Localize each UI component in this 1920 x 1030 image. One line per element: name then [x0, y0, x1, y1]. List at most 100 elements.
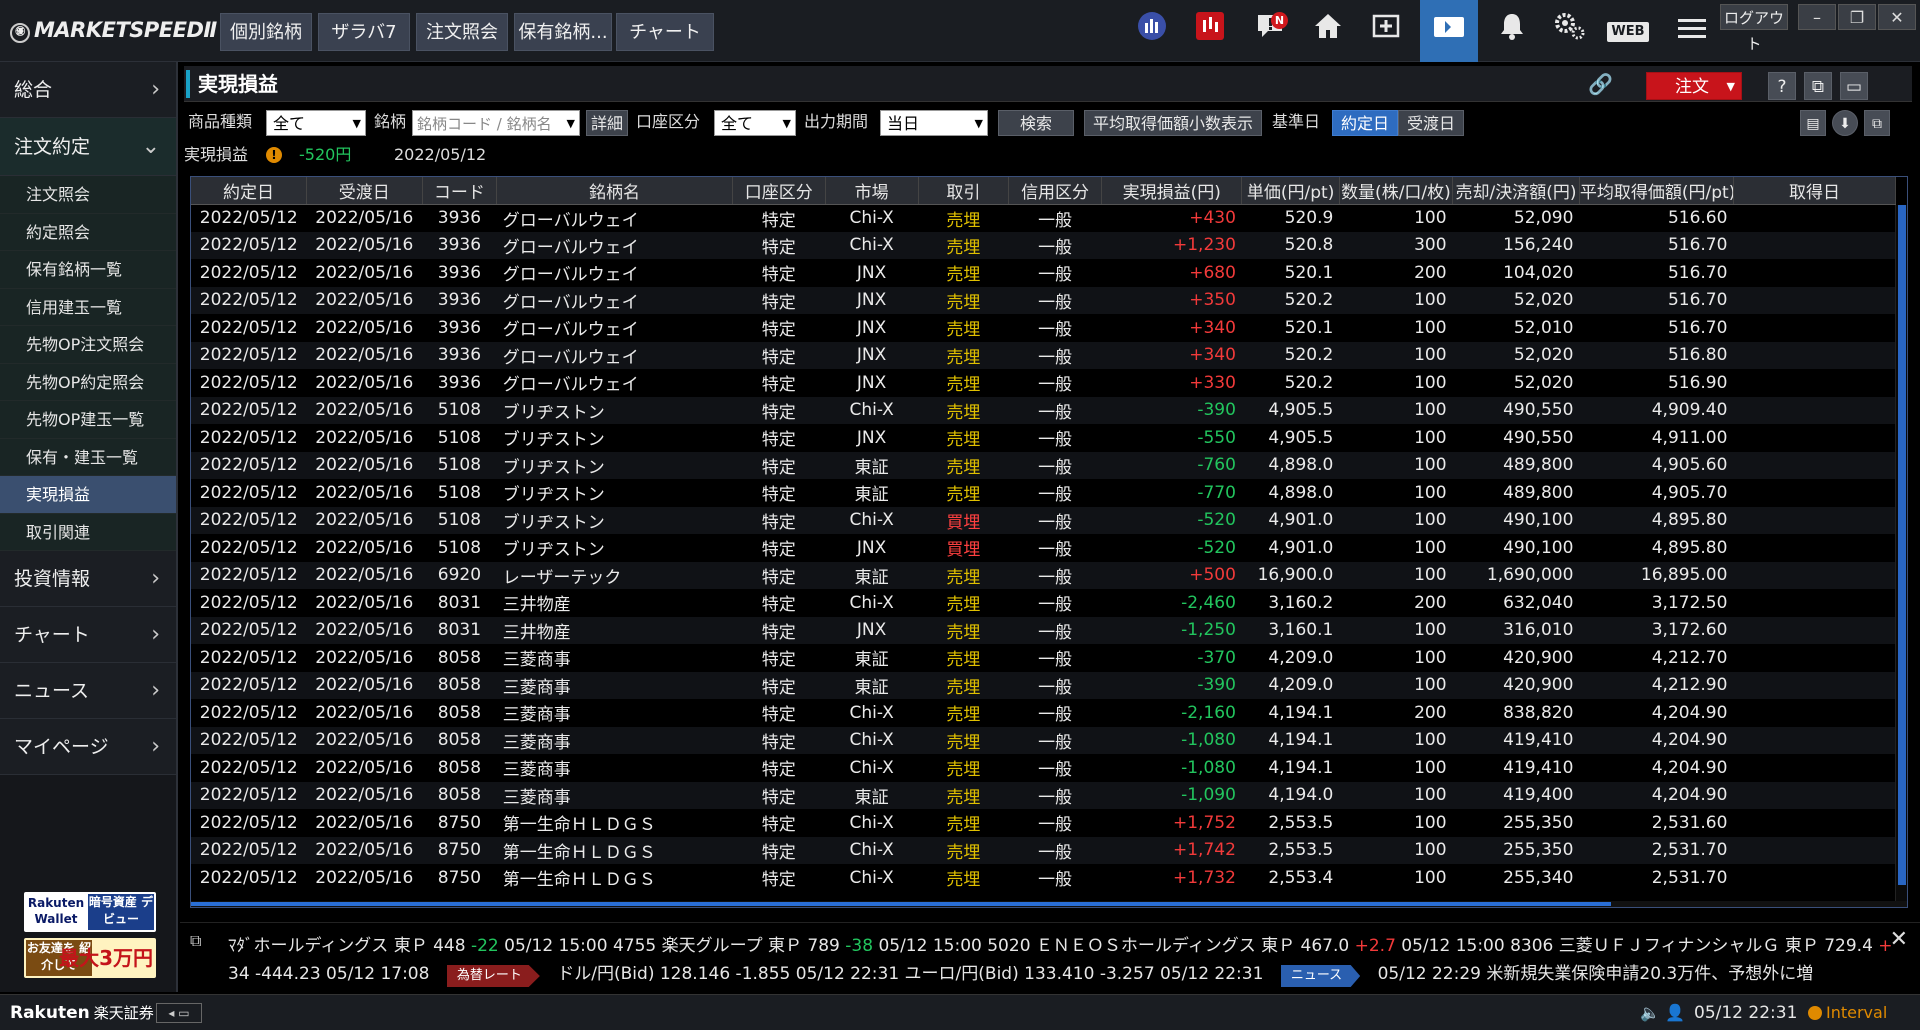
table-row[interactable]: 2022/05/12 2022/05/16 8058 三菱商事 特定 Chi-X 売埋 一般 -… — [191, 754, 1896, 782]
column-header[interactable]: 市場 — [825, 177, 919, 205]
settings-icon[interactable] — [1546, 8, 1594, 56]
warning-icon[interactable]: ! — [266, 147, 282, 163]
column-header[interactable]: 銘柄名 — [496, 177, 733, 205]
sidebar-item-chart[interactable]: チャート › — [0, 607, 176, 663]
promo-referral-banner[interactable]: お友達を 紹介して 最大3万円 — [24, 938, 156, 978]
table-row[interactable]: 2022/05/12 2022/05/16 8058 三菱商事 特定 東証 売埋 一般 -370… — [191, 644, 1896, 672]
ticker-popout-icon[interactable]: ⧉ — [190, 931, 201, 951]
sound-user-icons[interactable]: 🔈 👤 — [1640, 1003, 1685, 1022]
print-icon[interactable]: ▤ — [1800, 110, 1826, 136]
trade-date-toggle[interactable]: 約定日 — [1332, 110, 1398, 136]
popout-icon[interactable]: ▭ — [1840, 72, 1868, 100]
account-select[interactable]: 全て ▼ — [714, 110, 796, 136]
sidebar-item-overview[interactable]: 総合 › — [0, 62, 176, 118]
market-icon[interactable] — [1128, 8, 1176, 56]
column-header[interactable]: 平均取得価額(円/pt) — [1579, 177, 1734, 205]
column-header[interactable]: 実現損益(円) — [1101, 177, 1243, 205]
table-row[interactable]: 2022/05/12 2022/05/16 8031 三井物産 特定 Chi-X 売埋 一般 -… — [191, 589, 1896, 617]
horizontal-scrollbar[interactable] — [191, 901, 1907, 907]
menu-icon[interactable] — [1668, 8, 1716, 56]
panel-toggle-icon[interactable]: ◂ ▭ — [156, 1003, 202, 1023]
link-icon[interactable]: 🔗 — [1588, 72, 1613, 96]
stock-ticker[interactable]: ﾏﾀﾞホールディングス 東Ｐ 448 -22 05/12 15:00 4755 … — [228, 931, 1893, 956]
close-icon[interactable]: ✕ — [1890, 927, 1908, 952]
product-type-select[interactable]: 全て ▼ — [266, 110, 366, 136]
table-row[interactable]: 2022/05/12 2022/05/16 3936 グローバルウェイ 特定 Chi-X 売… — [191, 204, 1896, 232]
logout-button[interactable]: ログアウト — [1720, 4, 1788, 53]
sidebar-sub-execution-inquiry[interactable]: 約定照会 — [0, 213, 176, 251]
table-row[interactable]: 2022/05/12 2022/05/16 3936 グローバルウェイ 特定 JNX 売埋一… — [191, 286, 1896, 314]
avg-price-decimal-button[interactable]: 平均取得価額小数表示 — [1084, 110, 1262, 136]
speaker-icon[interactable]: 🔈 — [1640, 1003, 1660, 1022]
tab-chart[interactable]: チャート — [616, 13, 714, 51]
table-row[interactable]: 2022/05/12 2022/05/16 8058 三菱商事 特定 Chi-X 売埋 一般 -… — [191, 726, 1896, 754]
sidebar-sub-realized-pl[interactable]: 実現損益 — [0, 476, 176, 514]
close-window-button[interactable]: ✕ — [1878, 4, 1916, 30]
column-header[interactable]: 約定日 — [191, 177, 308, 205]
sidebar-sub-trade-related[interactable]: 取引関連 — [0, 513, 176, 551]
sidebar-item-mypage[interactable]: マイページ › — [0, 719, 176, 775]
sidebar-item-orders[interactable]: 注文約定 ⌄ — [0, 118, 176, 176]
table-row[interactable]: 2022/05/12 2022/05/16 5108 ブリヂストン 特定 東証 売埋 一般 -7… — [191, 479, 1896, 507]
sidebar-sub-holdings[interactable]: 保有銘柄一覧 — [0, 251, 176, 289]
help-icon[interactable]: ? — [1768, 72, 1796, 100]
table-row[interactable]: 2022/05/12 2022/05/16 8750 第一生命ＨＬＤＧＳ 特定 Chi-X… — [191, 836, 1896, 864]
notification-icon[interactable]: N — [1246, 8, 1294, 56]
table-row[interactable]: 2022/05/12 2022/05/16 3936 グローバルウェイ 特定 JNX 売埋一… — [191, 369, 1896, 397]
download-icon[interactable]: ⬇ — [1832, 110, 1858, 136]
scroll-thumb[interactable] — [1898, 205, 1906, 885]
order-button[interactable]: 注文 ▼ — [1646, 72, 1742, 100]
sidebar-sub-margin-positions[interactable]: 信用建玉一覧 — [0, 288, 176, 326]
table-row[interactable]: 2022/05/12 2022/05/16 5108 ブリヂストン 特定 JNX 買埋 一般 -… — [191, 534, 1896, 562]
copy-icon[interactable]: ⧉ — [1864, 110, 1890, 136]
chart-candle-icon[interactable] — [1186, 8, 1234, 56]
maximize-button[interactable]: ❐ — [1838, 4, 1876, 30]
column-header[interactable]: 取得日 — [1733, 177, 1897, 205]
home-icon[interactable] — [1304, 8, 1352, 56]
new-window-icon[interactable]: ⧉ — [1804, 72, 1832, 100]
layout-icon[interactable] — [1420, 0, 1478, 62]
column-header[interactable]: 単価(円/pt) — [1241, 177, 1340, 205]
detail-button[interactable]: 詳細 — [586, 110, 628, 136]
promo-wallet-banner[interactable]: Rakuten Wallet 暗号資産 デビュー — [24, 892, 156, 932]
table-row[interactable]: 2022/05/12 2022/05/16 8058 三菱商事 特定 Chi-X 売埋 一般 -… — [191, 699, 1896, 727]
column-header[interactable]: 数量(株/口/枚) — [1339, 177, 1454, 205]
tab-holdings[interactable]: 保有銘柄... — [514, 13, 612, 51]
tab-zaraba7[interactable]: ザラバ7 — [318, 13, 410, 51]
column-header[interactable]: 口座区分 — [732, 177, 826, 205]
symbol-input[interactable]: 銘柄コード / 銘柄名 ▼ — [412, 110, 580, 136]
table-row[interactable]: 2022/05/12 2022/05/16 8750 第一生命ＨＬＤＧＳ 特定 Chi-X… — [191, 809, 1896, 837]
table-row[interactable]: 2022/05/12 2022/05/16 8058 三菱商事 特定 東証 売埋 一般 -390… — [191, 671, 1896, 699]
column-header[interactable]: 信用区分 — [1008, 177, 1102, 205]
sidebar-sub-order-inquiry[interactable]: 注文照会 — [0, 176, 176, 214]
sidebar-item-investment-info[interactable]: 投資情報 › — [0, 551, 176, 607]
sidebar-sub-futop-positions[interactable]: 先物OP建玉一覧 — [0, 401, 176, 439]
settle-date-toggle[interactable]: 受渡日 — [1398, 110, 1464, 136]
sidebar-sub-holdings-positions[interactable]: 保有・建玉一覧 — [0, 438, 176, 476]
table-row[interactable]: 2022/05/12 2022/05/16 3936 グローバルウェイ 特定 JNX 売埋一… — [191, 314, 1896, 342]
column-header[interactable]: 取引 — [918, 177, 1010, 205]
table-row[interactable]: 2022/05/12 2022/05/16 8750 第一生命ＨＬＤＧＳ 特定 Chi-X… — [191, 864, 1896, 892]
web-icon[interactable]: WEB — [1604, 8, 1652, 56]
table-row[interactable]: 2022/05/12 2022/05/16 8031 三井物産 特定 JNX 売埋 一般 -1,… — [191, 616, 1896, 644]
bell-icon[interactable] — [1488, 8, 1536, 56]
minimize-button[interactable]: – — [1798, 4, 1836, 30]
tab-stock[interactable]: 個別銘柄 — [220, 13, 312, 51]
table-row[interactable]: 2022/05/12 2022/05/16 3936 グローバルウェイ 特定 Chi-X 売… — [191, 231, 1896, 259]
table-row[interactable]: 2022/05/12 2022/05/16 5108 ブリヂストン 特定 Chi-X 売埋一… — [191, 396, 1896, 424]
sidebar-item-news[interactable]: ニュース › — [0, 663, 176, 719]
table-row[interactable]: 2022/05/12 2022/05/16 3936 グローバルウェイ 特定 JNX 売埋一… — [191, 341, 1896, 369]
tab-order-inquiry[interactable]: 注文照会 — [416, 13, 508, 51]
scroll-thumb[interactable] — [191, 902, 1611, 906]
column-header[interactable]: 受渡日 — [306, 177, 423, 205]
fx-news-ticker[interactable]: 34 -444.23 05/12 17:08 為替レート ドル/円(Bid) 1… — [228, 959, 1813, 987]
vertical-scrollbar[interactable] — [1895, 205, 1907, 907]
sidebar-sub-futop-executions[interactable]: 先物OP約定照会 — [0, 363, 176, 401]
table-row[interactable]: 2022/05/12 2022/05/16 8058 三菱商事 特定 東証 売埋 一般 -1,0… — [191, 781, 1896, 809]
table-row[interactable]: 2022/05/12 2022/05/16 3936 グローバルウェイ 特定 JNX 売埋一… — [191, 259, 1896, 287]
column-header[interactable]: 売却/決済額(円) — [1452, 177, 1580, 205]
period-select[interactable]: 当日 ▼ — [880, 110, 988, 136]
table-row[interactable]: 2022/05/12 2022/05/16 5108 ブリヂストン 特定 JNX 売埋 一般 -… — [191, 424, 1896, 452]
table-row[interactable]: 2022/05/12 2022/05/16 5108 ブリヂストン 特定 Chi-X 買埋一… — [191, 506, 1896, 534]
table-row[interactable]: 2022/05/12 2022/05/16 5108 ブリヂストン 特定 東証 売埋 一般 -7… — [191, 451, 1896, 479]
